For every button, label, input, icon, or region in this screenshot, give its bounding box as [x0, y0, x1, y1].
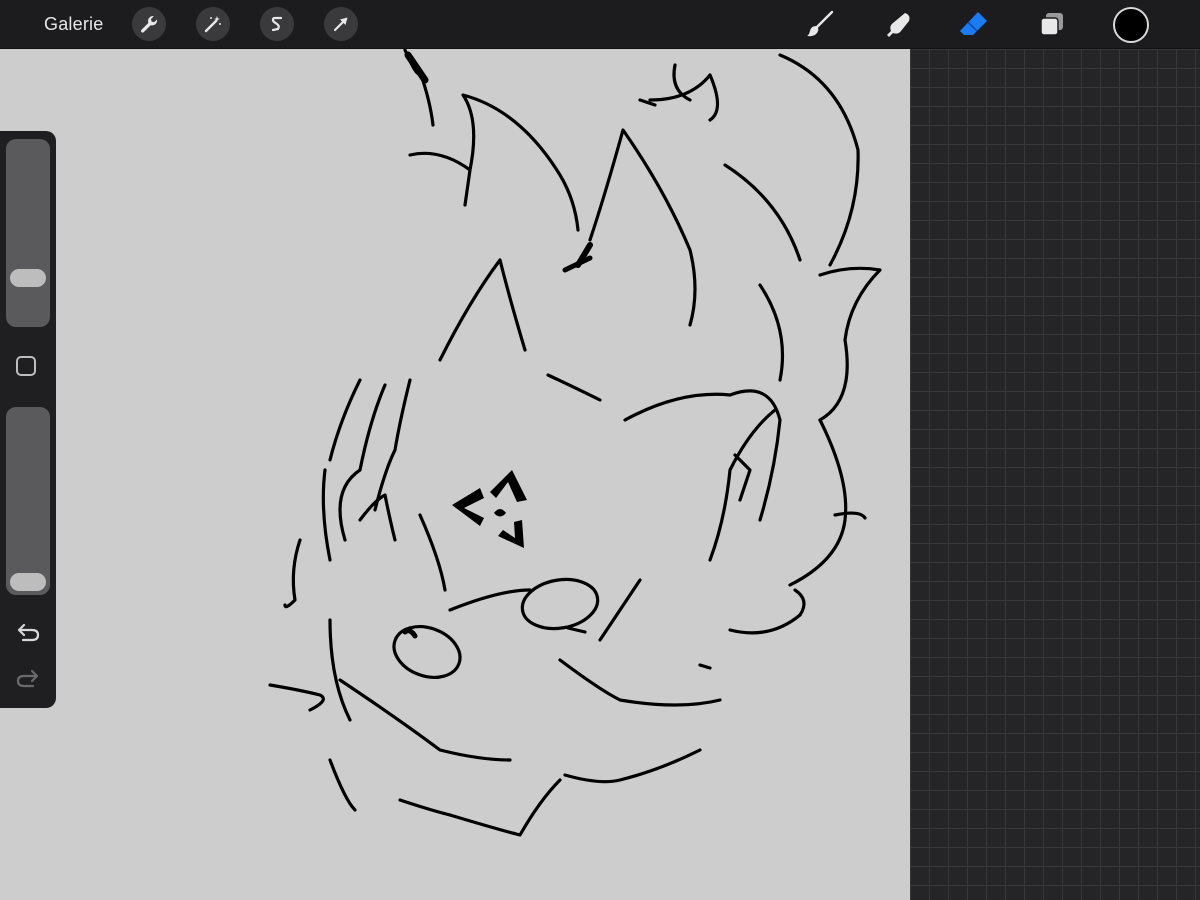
eraser-icon [958, 8, 990, 40]
gallery-button[interactable]: Galerie [44, 12, 103, 36]
redo-button[interactable] [14, 667, 42, 691]
adjustments-button[interactable] [196, 7, 230, 41]
fox-line-art [268, 49, 882, 837]
redo-icon [15, 668, 41, 690]
brush-tool-button[interactable] [802, 6, 838, 42]
wrench-icon [139, 14, 159, 34]
smudge-icon [883, 9, 913, 39]
modify-button[interactable] [16, 356, 36, 376]
eraser-tool-button[interactable] [956, 6, 992, 42]
brush-icon [805, 9, 835, 39]
selection-s-icon [267, 14, 287, 34]
brush-size-slider-thumb[interactable] [10, 269, 46, 288]
top-toolbar: Galerie [0, 0, 1200, 49]
layers-icon [1038, 10, 1066, 38]
grid-background [910, 49, 1200, 900]
undo-icon [15, 622, 41, 644]
left-sidebar [0, 131, 56, 708]
undo-button[interactable] [14, 621, 42, 645]
transform-arrow-icon [331, 14, 351, 34]
selection-button[interactable] [260, 7, 294, 41]
color-picker-button[interactable] [1113, 7, 1149, 43]
opacity-slider-thumb[interactable] [10, 573, 46, 591]
smudge-tool-button[interactable] [880, 6, 916, 42]
layers-button[interactable] [1034, 6, 1070, 42]
drawing-canvas[interactable] [0, 49, 910, 900]
magic-wand-icon [203, 14, 223, 34]
brush-size-slider[interactable] [6, 139, 50, 327]
opacity-slider[interactable] [6, 407, 50, 595]
actions-button[interactable] [132, 7, 166, 41]
transform-button[interactable] [324, 7, 358, 41]
